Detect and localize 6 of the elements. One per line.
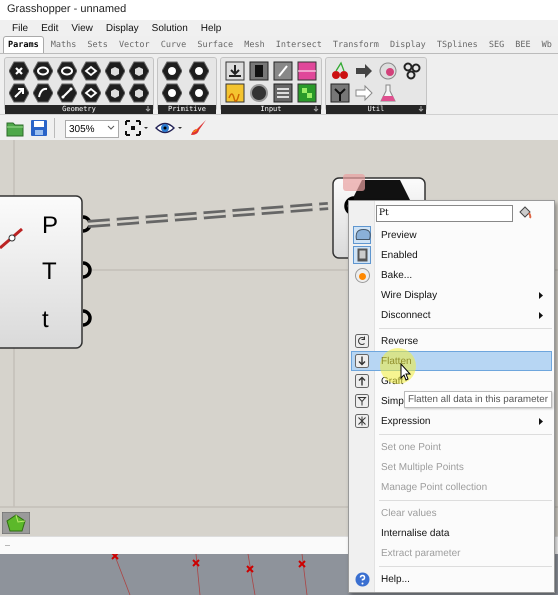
status-text: – xyxy=(5,540,10,550)
output-label: T xyxy=(42,258,57,285)
tooltip-text: Flatten all data in this parameter xyxy=(408,394,548,405)
output-label: P xyxy=(42,212,58,239)
output-label: t xyxy=(42,306,49,333)
window-title: Grasshopper - unnamed xyxy=(7,3,126,15)
